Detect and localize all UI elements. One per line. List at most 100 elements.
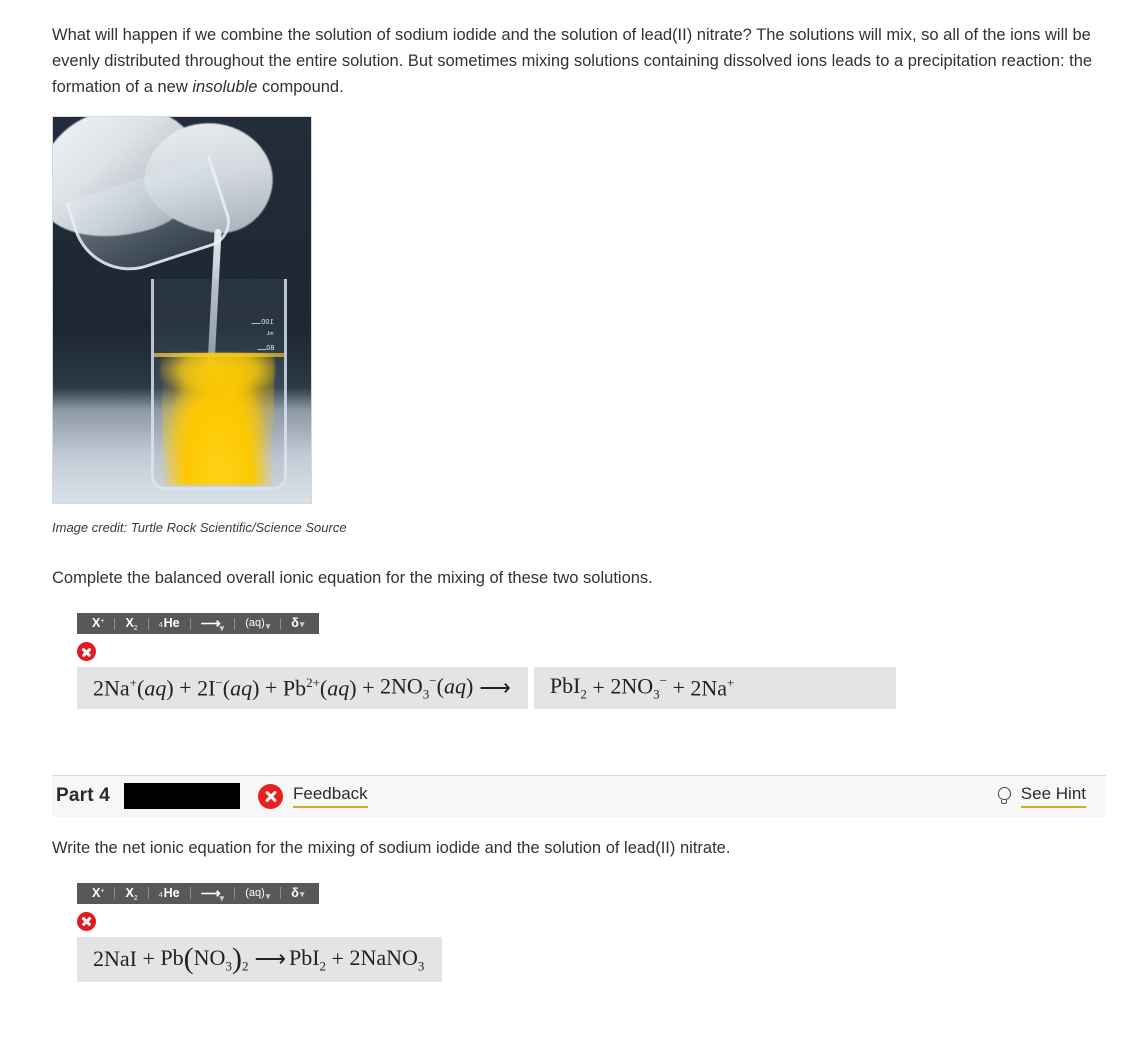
toolbar-divider xyxy=(234,887,236,900)
answer-term-na: 2Na+ xyxy=(690,674,735,701)
toolbar-divider xyxy=(147,887,149,900)
given-term-pb: Pb2+(aq) xyxy=(282,674,357,701)
intro-text-tail: compound. xyxy=(257,78,344,96)
part3-answer-input[interactable]: PbI2 + 2NO3− + 2Na+ xyxy=(533,667,896,709)
part3-equation-block: X + X2 4 He ⟶ ▾ (aq) ▾ δ ▾ 2Na+(aq) + 2I−(aq)… xyxy=(52,613,1106,709)
figure-block: 100 mL 80 Image credit: Turtle Rock Scie… xyxy=(52,116,1106,535)
answer-term-no3: 2NO3− xyxy=(610,673,667,702)
part4-equation-block: X + X2 4 He ⟶ ▾ (aq) ▾ δ ▾ 2NaI + Pb(NO3)2 ⟶ Pb… xyxy=(52,882,1106,983)
intro-emphasis-insoluble: insoluble xyxy=(192,78,258,96)
given-term-no3: 2NO3−(aq) xyxy=(380,673,474,702)
superscript-tool-mark: + xyxy=(100,618,105,625)
part4-label: Part 4 xyxy=(56,785,111,807)
isotope-tool[interactable]: 4 He xyxy=(150,613,189,634)
see-hint-button[interactable]: See Hint xyxy=(997,784,1086,809)
delta-tool-label: δ xyxy=(291,885,299,900)
error-icon xyxy=(77,911,96,931)
graduation-tick xyxy=(256,349,266,350)
p4-product-nano3: 2NaNO3 xyxy=(349,944,425,974)
reaction-arrow-icon: ⟶ xyxy=(200,884,221,901)
delta-tool[interactable]: δ ▾ xyxy=(282,613,313,634)
part4-prompt: Write the net ionic equation for the mix… xyxy=(52,838,731,857)
subscript-tool-label: X xyxy=(125,885,134,900)
state-symbol-label: (aq) xyxy=(245,886,265,899)
part3-answer-row: 2Na+(aq) + 2I−(aq) + Pb2+(aq) + 2NO3−(aq… xyxy=(77,667,1106,709)
reaction-arrow: ⟶ xyxy=(479,674,511,700)
toolbar-divider xyxy=(234,617,236,630)
reaction-arrow: ⟶ xyxy=(254,946,286,972)
p4-reactant-pbno3: Pb(NO3)2 xyxy=(160,941,249,975)
subscript-tool[interactable]: X2 xyxy=(116,883,146,904)
isotope-tool-mass: 4 xyxy=(158,891,163,899)
toolbar-divider xyxy=(147,617,149,630)
chevron-down-icon: ▾ xyxy=(219,623,225,633)
graduation-unit-label: mL xyxy=(266,331,274,337)
toolbar-divider xyxy=(189,617,191,630)
lightbulb-icon xyxy=(997,787,1012,805)
part4-header-bar: Part 4 Feedback See Hint xyxy=(52,774,1106,817)
feedback-link-label[interactable]: Feedback xyxy=(293,784,368,809)
toolbar-divider xyxy=(114,887,116,900)
superscript-tool-label: X xyxy=(92,616,101,630)
part3-status-row xyxy=(77,642,1106,661)
lightbulb-glass xyxy=(997,787,1011,801)
see-hint-label[interactable]: See Hint xyxy=(1020,784,1086,809)
subscript-tool-label: X xyxy=(125,616,134,630)
part4-equation-toolbar[interactable]: X + X2 4 He ⟶ ▾ (aq) ▾ δ ▾ xyxy=(77,882,320,904)
error-icon xyxy=(258,783,284,809)
reaction-arrow-icon: ⟶ xyxy=(200,615,221,631)
feedback-button[interactable]: Feedback xyxy=(258,783,368,809)
error-icon xyxy=(77,642,96,661)
graduation-80: 80 xyxy=(256,345,274,352)
given-term-i: 2I−(aq) xyxy=(197,674,260,701)
part4-status-row xyxy=(77,911,1106,931)
state-symbol-tool[interactable]: (aq) ▾ xyxy=(236,883,279,904)
toolbar-divider xyxy=(114,617,116,630)
reaction-arrow-tool[interactable]: ⟶ ▾ xyxy=(192,883,234,904)
given-term-na: 2Na+(aq) xyxy=(93,674,174,701)
superscript-tool-mark: + xyxy=(100,887,105,895)
superscript-tool[interactable]: X + xyxy=(83,883,113,904)
receiving-beaker: 100 mL 80 xyxy=(151,279,287,490)
isotope-tool[interactable]: 4 He xyxy=(150,883,189,904)
chevron-down-icon: ▾ xyxy=(299,619,305,629)
delta-tool-label: δ xyxy=(291,616,299,630)
chevron-down-icon: ▾ xyxy=(219,892,225,903)
assignment-page: What will happen if we combine the solut… xyxy=(0,0,1142,1060)
superscript-tool[interactable]: X + xyxy=(83,613,113,634)
part3-given-equation: 2Na+(aq) + 2I−(aq) + Pb2+(aq) + 2NO3−(aq… xyxy=(77,667,528,709)
state-symbol-label: (aq) xyxy=(245,617,265,629)
image-credit-caption: Image credit: Turtle Rock Scientific/Sci… xyxy=(52,520,347,535)
graduation-100-label: 100 xyxy=(261,319,274,326)
part3-equation-toolbar[interactable]: X + X2 4 He ⟶ ▾ (aq) ▾ δ ▾ xyxy=(77,613,320,634)
subscript-tool-mark: 2 xyxy=(133,894,138,902)
reaction-arrow-tool[interactable]: ⟶ ▾ xyxy=(192,613,234,634)
chevron-down-icon: ▾ xyxy=(265,890,271,901)
graduation-unit: mL xyxy=(266,331,274,337)
chevron-down-icon: ▾ xyxy=(299,888,305,899)
yellow-precipitate xyxy=(162,353,274,485)
answer-term-pbi2: PbI2 xyxy=(549,673,587,702)
isotope-tool-label: He xyxy=(163,885,180,900)
graduation-tick xyxy=(252,323,262,324)
graduation-80-label: 80 xyxy=(265,345,274,352)
chevron-down-icon: ▾ xyxy=(265,621,271,631)
delta-tool[interactable]: δ ▾ xyxy=(282,883,313,904)
p4-reactant-nai: 2NaI xyxy=(93,946,137,972)
lightbulb-base xyxy=(1001,799,1008,804)
state-symbol-tool[interactable]: (aq) ▾ xyxy=(236,613,279,634)
isotope-tool-label: He xyxy=(163,616,180,630)
content-column: What will happen if we combine the solut… xyxy=(52,0,1106,983)
graduation-100: 100 xyxy=(252,319,274,326)
toolbar-divider xyxy=(280,617,282,630)
part4-redacted-score xyxy=(124,783,241,810)
part3-prompt: Complete the balanced overall ionic equa… xyxy=(52,569,653,587)
subscript-tool-mark: 2 xyxy=(133,625,138,632)
part4-answer-input[interactable]: 2NaI + Pb(NO3)2 ⟶ PbI2 + 2NaNO3 xyxy=(77,936,443,983)
toolbar-divider xyxy=(280,887,282,900)
subscript-tool[interactable]: X2 xyxy=(116,613,146,634)
superscript-tool-label: X xyxy=(92,885,101,900)
isotope-tool-mass: 4 xyxy=(158,622,163,629)
p4-product-pbi2: PbI2 xyxy=(288,944,327,974)
toolbar-divider xyxy=(189,887,191,900)
